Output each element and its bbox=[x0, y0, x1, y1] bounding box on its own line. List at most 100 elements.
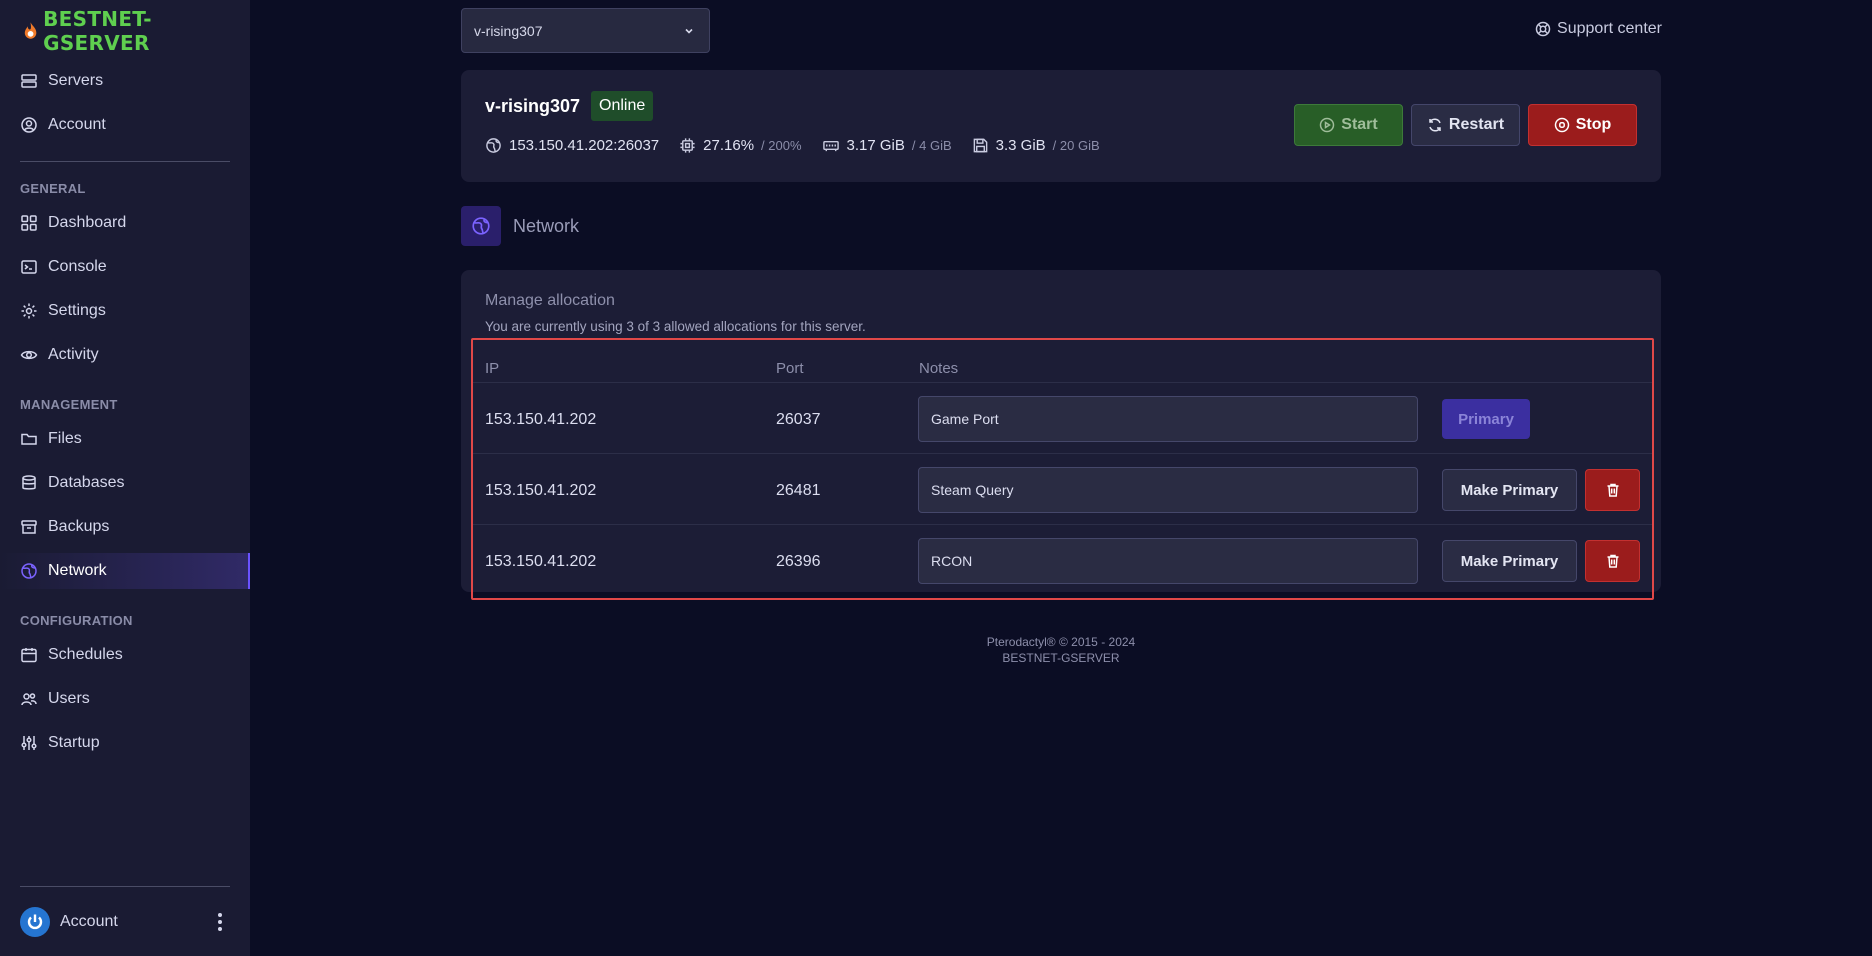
port-cell: 26481 bbox=[776, 482, 821, 499]
section-label-configuration: CONFIGURATION bbox=[20, 613, 133, 628]
gear-icon bbox=[21, 303, 37, 319]
sidebar-item-label: Console bbox=[48, 258, 107, 275]
sidebar-item-schedules[interactable]: Schedules bbox=[0, 637, 250, 673]
memory-limit: / 4 GiB bbox=[911, 138, 952, 153]
globe-icon bbox=[21, 563, 37, 579]
footer-brand: BESTNET-GSERVER bbox=[1002, 651, 1120, 665]
notes-input[interactable] bbox=[918, 396, 1418, 442]
sidebar-item-users[interactable]: Users bbox=[0, 681, 250, 717]
sidebar-item-label: Dashboard bbox=[48, 214, 127, 231]
server-stats: 153.150.41.202:26037 27.16% / 200% 3.17 … bbox=[485, 137, 1100, 154]
page-header: Network bbox=[461, 206, 579, 246]
sidebar-item-label: Network bbox=[48, 562, 107, 579]
sidebar-item-label: Users bbox=[48, 690, 90, 707]
floppy-disk-icon bbox=[973, 138, 987, 153]
section-label-general: GENERAL bbox=[20, 181, 86, 196]
make-primary-button[interactable]: Make Primary bbox=[1442, 469, 1577, 511]
allocation-card: Manage allocation You are currently usin… bbox=[461, 270, 1661, 600]
make-primary-button[interactable]: Make Primary bbox=[1442, 540, 1577, 582]
delete-allocation-button[interactable] bbox=[1585, 469, 1640, 511]
delete-allocation-button[interactable] bbox=[1585, 540, 1640, 582]
allocation-title: Manage allocation bbox=[485, 292, 615, 309]
kebab-menu-icon[interactable] bbox=[218, 913, 222, 931]
avatar bbox=[20, 907, 50, 937]
restart-label: Restart bbox=[1448, 116, 1505, 133]
allocation-subtitle: You are currently using 3 of 3 allowed a… bbox=[485, 319, 866, 334]
sliders-icon bbox=[21, 736, 37, 750]
stop-label: Stop bbox=[1575, 116, 1612, 133]
trash-icon bbox=[1607, 483, 1618, 497]
stat-memory: 3.17 GiB / 4 GiB bbox=[822, 137, 952, 154]
ip-cell: 153.150.41.202 bbox=[485, 482, 597, 499]
sidebar-item-startup[interactable]: Startup bbox=[0, 725, 250, 761]
brand-name: BESTNET-GSERVER bbox=[43, 7, 152, 55]
sidebar-item-label: Files bbox=[48, 430, 82, 447]
sidebar-item-network[interactable]: Network bbox=[0, 553, 250, 589]
restart-button[interactable]: Restart bbox=[1411, 104, 1520, 146]
globe-icon bbox=[472, 217, 490, 235]
sidebar-item-servers[interactable]: Servers bbox=[0, 63, 250, 99]
trash-icon bbox=[1607, 554, 1618, 568]
allocation-table: IP Port Notes 153.150.41.202 26037 Prima… bbox=[471, 338, 1654, 600]
notes-input[interactable] bbox=[918, 467, 1418, 513]
server-status-card: v-rising307 Online 153.150.41.202:26037 … bbox=[461, 70, 1661, 182]
ip-cell: 153.150.41.202 bbox=[485, 553, 597, 570]
sidebar-item-databases[interactable]: Databases bbox=[0, 465, 250, 501]
stat-address: 153.150.41.202:26037 bbox=[485, 137, 659, 154]
sidebar-item-activity[interactable]: Activity bbox=[0, 337, 250, 373]
sidebar-item-label: Startup bbox=[48, 734, 100, 751]
stat-disk: 3.3 GiB / 20 GiB bbox=[972, 137, 1100, 154]
users-icon bbox=[21, 693, 37, 706]
footer-copyright: Pterodactyl® © 2015 - 2024 bbox=[986, 635, 1136, 649]
terminal-icon bbox=[21, 260, 37, 274]
lifebuoy-icon bbox=[1535, 21, 1551, 37]
sidebar-divider bbox=[20, 886, 230, 887]
primary-badge: Primary bbox=[1442, 399, 1530, 439]
account-label: Account bbox=[60, 913, 118, 930]
port-cell: 26396 bbox=[776, 553, 821, 570]
sidebar-item-label: Backups bbox=[48, 518, 110, 535]
sidebar-item-files[interactable]: Files bbox=[0, 421, 250, 457]
memory-usage: 3.17 GiB bbox=[846, 137, 905, 154]
server-select[interactable]: v-rising307 bbox=[461, 8, 710, 53]
brand-logo[interactable]: BESTNET-GSERVER bbox=[20, 7, 250, 55]
sidebar-item-settings[interactable]: Settings bbox=[0, 293, 250, 329]
stop-button[interactable]: Stop bbox=[1528, 104, 1637, 146]
support-center-label: Support center bbox=[1557, 20, 1662, 37]
start-button[interactable]: Start bbox=[1294, 104, 1403, 146]
sidebar: BESTNET-GSERVER Servers Account GENERAL … bbox=[0, 0, 250, 956]
database-icon bbox=[22, 475, 36, 490]
archive-icon bbox=[21, 520, 37, 534]
footer: Pterodactyl® © 2015 - 2024 BESTNET-GSERV… bbox=[461, 634, 1661, 666]
column-header-port: Port bbox=[776, 360, 804, 377]
ip-cell: 153.150.41.202 bbox=[485, 411, 597, 428]
server-select-value: v-rising307 bbox=[474, 22, 543, 39]
account-menu[interactable]: Account bbox=[20, 906, 230, 938]
status-badge: Online bbox=[591, 91, 654, 121]
grid-icon bbox=[21, 215, 37, 231]
calendar-icon bbox=[21, 648, 37, 663]
row-divider bbox=[473, 382, 1652, 383]
flame-logo-icon bbox=[24, 22, 37, 39]
notes-input[interactable] bbox=[918, 538, 1418, 584]
server-icon bbox=[21, 74, 37, 88]
server-name: v-rising307 bbox=[485, 96, 581, 116]
port-cell: 26037 bbox=[776, 411, 821, 428]
sidebar-divider bbox=[20, 161, 230, 162]
row-divider bbox=[473, 524, 1652, 525]
sidebar-item-account[interactable]: Account bbox=[0, 107, 250, 143]
network-page-icon bbox=[461, 206, 501, 246]
user-circle-icon bbox=[21, 117, 37, 133]
folder-icon bbox=[21, 433, 37, 445]
cpu-usage: 27.16% bbox=[703, 137, 755, 154]
sidebar-item-label: Activity bbox=[48, 346, 99, 363]
sidebar-item-label: Schedules bbox=[48, 646, 123, 663]
support-center-link[interactable]: Support center bbox=[1535, 20, 1662, 38]
sidebar-item-backups[interactable]: Backups bbox=[0, 509, 250, 545]
sidebar-item-dashboard[interactable]: Dashboard bbox=[0, 205, 250, 241]
sidebar-item-label: Account bbox=[48, 116, 106, 133]
sidebar-item-console[interactable]: Console bbox=[0, 249, 250, 285]
chevron-down-icon bbox=[685, 28, 693, 34]
disk-usage: 3.3 GiB bbox=[995, 137, 1046, 154]
sidebar-item-label: Databases bbox=[48, 474, 125, 491]
